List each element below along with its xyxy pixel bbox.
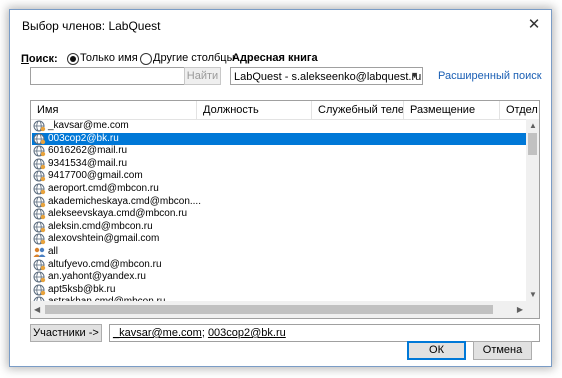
table-row[interactable]: 003cop2@bk.ru: [32, 132, 526, 145]
members-value: _kavsar@me.com; 003cop2@bk.ru: [113, 327, 286, 339]
scroll-right-icon[interactable]: ▶: [517, 305, 523, 314]
contact-globe-icon: [33, 145, 46, 157]
contact-name: 9341534@mail.ru: [48, 157, 128, 169]
member-token: 003cop2@bk.ru: [207, 327, 286, 339]
table-row[interactable]: 9341534@mail.ru: [32, 158, 526, 170]
radio-name-only[interactable]: [67, 53, 79, 65]
contacts-table: Имя Должность Служебный телеф... Размеще…: [30, 100, 540, 319]
contact-globe-icon: [33, 284, 46, 296]
contact-globe-icon: [33, 133, 46, 145]
table-row[interactable]: an.yahont@yandex.ru: [32, 271, 526, 283]
contact-name: 9417700@gmail.com: [48, 170, 143, 182]
contact-globe-icon: [33, 208, 46, 220]
table-row[interactable]: 6016262@mail.ru: [32, 145, 526, 157]
close-icon[interactable]: ✕: [523, 14, 545, 36]
contact-globe-icon: [33, 221, 46, 233]
search-input[interactable]: [30, 67, 189, 85]
members-field[interactable]: _kavsar@me.com; 003cop2@bk.ru: [109, 324, 540, 342]
radio-name-only-label[interactable]: Только имя: [80, 52, 138, 64]
contact-globe-icon: [33, 259, 46, 271]
scroll-up-icon[interactable]: ▲: [529, 121, 537, 130]
ok-button[interactable]: ОК: [407, 341, 466, 360]
window-title: Выбор членов: LabQuest: [22, 19, 161, 33]
table-header: Имя Должность Служебный телеф... Размеще…: [31, 101, 539, 120]
address-book-select[interactable]: LabQuest - s.alekseenko@labquest.ru ▼: [230, 67, 423, 85]
contact-globe-icon: [33, 170, 46, 182]
select-members-dialog: Выбор членов: LabQuest ✕ Поиск: Только и…: [9, 9, 552, 367]
address-book-label: Адресная книга: [232, 52, 318, 64]
scroll-left-icon[interactable]: ◀: [34, 305, 40, 314]
table-row[interactable]: aleksin.cmd@mbcon.ru: [32, 221, 526, 233]
table-row[interactable]: apt5ksb@bk.ru: [32, 284, 526, 296]
cancel-button[interactable]: Отмена: [473, 341, 532, 360]
table-row[interactable]: all: [32, 246, 526, 258]
contact-globe-icon: [33, 120, 46, 132]
radio-other-columns-label[interactable]: Другие столбцы: [153, 52, 235, 64]
contact-name: aeroport.cmd@mbcon.ru: [48, 183, 159, 194]
column-header-name[interactable]: Имя: [31, 101, 197, 119]
vertical-scrollbar[interactable]: ▲ ▼: [526, 119, 539, 301]
scroll-down-icon[interactable]: ▼: [529, 290, 537, 299]
group-icon: [33, 246, 46, 258]
members-button[interactable]: Участники ->: [30, 324, 102, 342]
scrollbar-corner: [526, 301, 539, 318]
contact-globe-icon: [33, 271, 46, 283]
table-row[interactable]: aeroport.cmd@mbcon.ru: [32, 183, 526, 195]
address-book-value: LabQuest - s.alekseenko@labquest.ru: [234, 71, 422, 83]
contact-globe-icon: [33, 158, 46, 170]
advanced-search-link[interactable]: Расширенный поиск: [438, 70, 542, 82]
contact-name: an.yahont@yandex.ru: [48, 271, 146, 283]
find-button[interactable]: Найти: [184, 67, 221, 85]
contact-name: apt5ksb@bk.ru: [48, 283, 116, 295]
horizontal-scrollbar[interactable]: ◀ ▶: [31, 301, 526, 318]
contact-name: alexovshtein@gmail.com: [48, 233, 160, 245]
horizontal-scroll-thumb[interactable]: [45, 305, 493, 314]
contact-name: 003cop2@bk.ru: [48, 132, 119, 144]
column-header-department[interactable]: Отдел: [500, 101, 539, 119]
contact-globe-icon: [33, 233, 46, 245]
chevron-down-icon: ▼: [410, 70, 419, 80]
table-row[interactable]: akademicheskaya.cmd@mbcon....: [32, 196, 526, 208]
radio-other-columns[interactable]: [140, 53, 152, 65]
column-header-location[interactable]: Размещение: [404, 101, 500, 119]
contact-name: akademicheskaya.cmd@mbcon....: [48, 195, 201, 207]
contact-name: aleksin.cmd@mbcon.ru: [48, 220, 153, 232]
contact-globe-icon: [33, 196, 46, 208]
table-row[interactable]: alekseevskaya.cmd@mbcon.ru: [32, 208, 526, 220]
contact-name: altufyevo.cmd@mbcon.ru: [48, 258, 162, 270]
table-row[interactable]: 9417700@gmail.com: [32, 170, 526, 182]
column-header-phone[interactable]: Служебный телеф...: [312, 101, 404, 119]
vertical-scroll-thumb[interactable]: [528, 133, 537, 155]
contact-name: all: [48, 246, 59, 257]
contact-name: _kavsar@me.com: [48, 120, 129, 131]
contact-globe-icon: [33, 183, 46, 195]
title-bar[interactable]: Выбор членов: LabQuest ✕: [10, 10, 551, 40]
member-token: _kavsar@me.com: [113, 327, 202, 339]
contact-name: alekseevskaya.cmd@mbcon.ru: [48, 208, 188, 220]
contact-name: 6016262@mail.ru: [48, 145, 128, 157]
table-row[interactable]: altufyevo.cmd@mbcon.ru: [32, 259, 526, 271]
table-row[interactable]: alexovshtein@gmail.com: [32, 233, 526, 245]
table-row[interactable]: _kavsar@me.com: [32, 120, 526, 132]
search-label: Поиск:: [21, 53, 58, 65]
column-header-title[interactable]: Должность: [197, 101, 312, 119]
